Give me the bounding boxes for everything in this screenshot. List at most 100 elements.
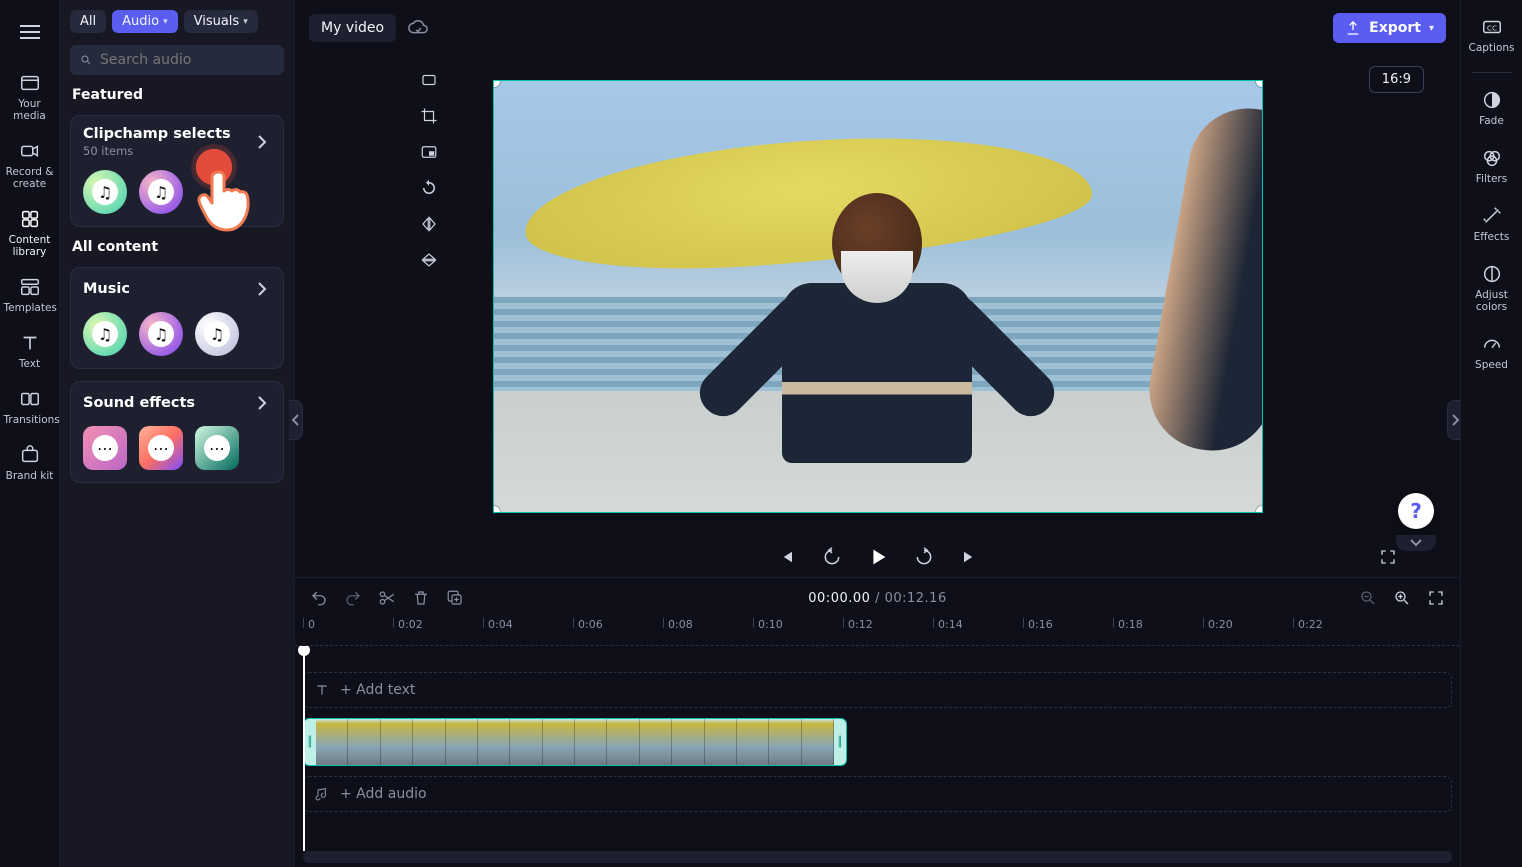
media-icon — [19, 72, 41, 94]
flip-v-button[interactable] — [415, 246, 443, 274]
captions-icon: CC — [1481, 16, 1503, 38]
nav-brand-kit[interactable]: Brand kit — [2, 436, 58, 492]
rewind-icon — [822, 547, 842, 567]
zoom-in-button[interactable] — [1392, 588, 1412, 608]
preview-canvas[interactable] — [493, 80, 1263, 513]
clip-trim-right[interactable]: ║ — [834, 719, 846, 765]
nav-your-media[interactable]: Your media — [2, 64, 58, 132]
menu-button[interactable] — [10, 12, 50, 52]
skip-start-button[interactable] — [774, 545, 798, 569]
library-filter-tabs: All Audio▾ Visuals▾ — [70, 10, 284, 33]
resize-handle-bl[interactable] — [493, 506, 500, 513]
sfx-thumbnail[interactable]: ⋯ — [83, 426, 127, 470]
rr-effects[interactable]: Effects — [1463, 197, 1521, 253]
scene-person — [724, 193, 1031, 486]
music-thumbnail[interactable]: ♫ — [83, 170, 127, 214]
text-icon — [314, 682, 330, 698]
flip-h-button[interactable] — [415, 210, 443, 238]
playhead[interactable] — [303, 646, 305, 851]
play-icon — [867, 546, 889, 568]
crop-button[interactable] — [415, 102, 443, 130]
redo-button[interactable] — [343, 588, 363, 608]
open-collection-button[interactable] — [253, 278, 271, 300]
rotate-button[interactable] — [415, 174, 443, 202]
cloud-sync-icon[interactable] — [406, 16, 430, 40]
tab-label: All — [80, 14, 96, 29]
search-audio[interactable] — [70, 45, 284, 75]
preview-stage: 16:9 ? — [295, 56, 1460, 537]
zoom-out-button[interactable] — [1358, 588, 1378, 608]
waveform-icon: ⋯ — [92, 435, 118, 461]
search-input[interactable] — [100, 52, 274, 68]
music-thumbnail[interactable]: ♫ — [195, 312, 239, 356]
sfx-thumbnail[interactable]: ⋯ — [139, 426, 183, 470]
card-music[interactable]: Music ♫ ♫ ♫ — [70, 267, 284, 369]
time-ruler[interactable]: 00:020:040:060:080:100:120:140:160:180:2… — [295, 618, 1460, 646]
rr-captions[interactable]: CC Captions — [1463, 8, 1521, 64]
nav-text[interactable]: Text — [2, 324, 58, 380]
ruler-tick: 0:02 — [393, 618, 423, 628]
open-collection-button[interactable] — [253, 392, 271, 414]
sfx-thumbnail[interactable]: ⋯ — [195, 426, 239, 470]
ruler-tick: 0:22 — [1293, 618, 1323, 628]
rr-speed[interactable]: Speed — [1463, 325, 1521, 381]
resize-handle-tl[interactable] — [493, 80, 500, 87]
project-name[interactable]: My video — [309, 14, 396, 42]
text-track[interactable]: + Add text — [303, 672, 1452, 708]
tab-audio[interactable]: Audio▾ — [112, 10, 177, 33]
card-sound-effects[interactable]: Sound effects ⋯ ⋯ ⋯ — [70, 381, 284, 483]
video-clip[interactable]: ║ ║ — [303, 718, 847, 766]
ruler-tick: 0:10 — [753, 618, 783, 628]
fullscreen-button[interactable] — [1376, 545, 1400, 569]
rr-adjust-colors[interactable]: Adjust colors — [1463, 255, 1521, 323]
rr-label: Adjust colors — [1475, 289, 1508, 313]
nav-templates[interactable]: Templates — [2, 268, 58, 324]
trash-icon — [412, 589, 430, 607]
rr-filters[interactable]: Filters — [1463, 139, 1521, 195]
export-button[interactable]: Export ▾ — [1333, 13, 1446, 43]
tab-label: Visuals — [194, 14, 240, 29]
stage-toolbar — [415, 66, 443, 274]
rr-label: Fade — [1479, 115, 1504, 127]
play-button[interactable] — [866, 545, 890, 569]
skip-start-icon — [777, 548, 795, 566]
timeline-scrollbar[interactable] — [303, 851, 1452, 863]
nav-label: Text — [19, 358, 40, 370]
nav-transitions[interactable]: Transitions — [2, 380, 58, 436]
undo-button[interactable] — [309, 588, 329, 608]
rewind-button[interactable] — [820, 545, 844, 569]
flip-vertical-icon — [420, 251, 438, 269]
music-thumbnail[interactable]: ♫ — [139, 312, 183, 356]
skip-end-button[interactable] — [958, 545, 982, 569]
tab-all[interactable]: All — [70, 10, 106, 33]
duplicate-button[interactable] — [445, 588, 465, 608]
tab-visuals[interactable]: Visuals▾ — [184, 10, 258, 33]
nav-content-library[interactable]: Content library — [2, 200, 58, 268]
resize-handle-br[interactable] — [1256, 506, 1263, 513]
rr-fade[interactable]: Fade — [1463, 81, 1521, 137]
music-thumbnail[interactable]: ♫ — [83, 312, 127, 356]
aspect-ratio-button[interactable]: 16:9 — [1369, 66, 1424, 93]
delete-button[interactable] — [411, 588, 431, 608]
zoom-fit-button[interactable] — [1426, 588, 1446, 608]
nav-record-create[interactable]: Record & create — [2, 132, 58, 200]
clip-trim-left[interactable]: ║ — [304, 719, 316, 765]
music-thumbnail[interactable]: ♫ — [139, 170, 183, 214]
timecode: 00:00.00 / 00:12.16 — [808, 591, 946, 606]
help-button[interactable]: ? — [1398, 493, 1434, 529]
open-collection-button[interactable] — [253, 131, 271, 153]
svg-text:CC: CC — [1486, 24, 1496, 33]
rotate-icon — [420, 179, 438, 197]
thumb-row: ⋯ ⋯ ⋯ — [83, 426, 271, 470]
split-button[interactable] — [377, 588, 397, 608]
resize-handle-tr[interactable] — [1256, 80, 1263, 87]
pip-button[interactable] — [415, 138, 443, 166]
audio-track[interactable]: + Add audio — [303, 776, 1452, 812]
card-clipchamp-selects[interactable]: Clipchamp selects 50 items ♫ ♫ — [70, 115, 284, 227]
ruler-tick: 0:14 — [933, 618, 963, 628]
forward-button[interactable] — [912, 545, 936, 569]
collapse-library-button[interactable] — [289, 400, 303, 440]
collapse-right-rail-button[interactable] — [1447, 400, 1461, 440]
fit-button[interactable] — [415, 66, 443, 94]
export-label: Export — [1369, 20, 1421, 36]
